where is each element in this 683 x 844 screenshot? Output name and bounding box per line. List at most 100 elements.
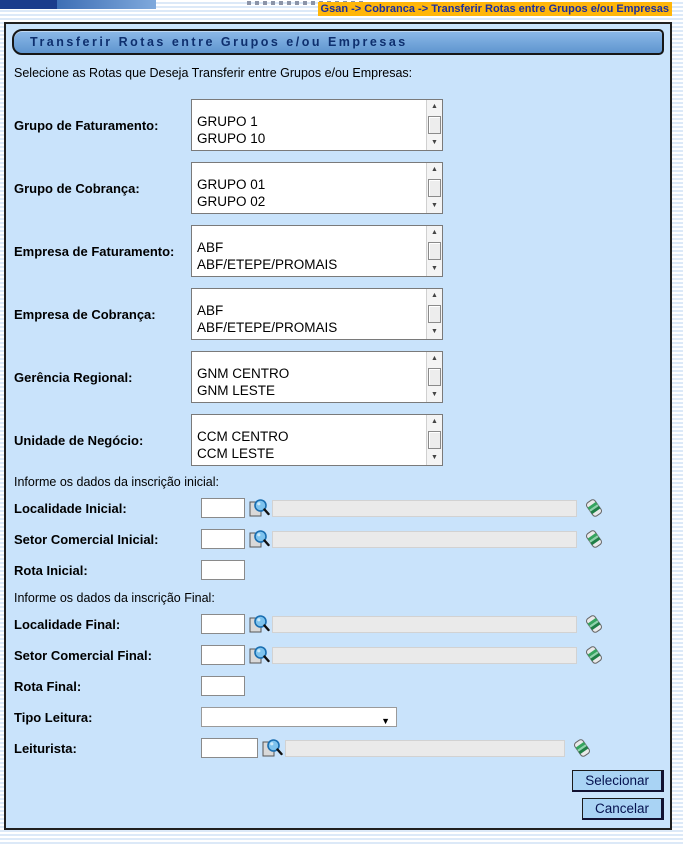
row-gerencia-regional: Gerência Regional: GNM CENTRO GNM LESTE … bbox=[14, 351, 670, 403]
localidade-inicial-input[interactable] bbox=[201, 498, 245, 518]
scroll-down-icon[interactable]: ▼ bbox=[427, 389, 442, 401]
unidade-negocio-label: Unidade de Negócio: bbox=[14, 432, 144, 448]
page-title: Transferir Rotas entre Grupos e/ou Empre… bbox=[12, 29, 664, 55]
row-setor-comercial-final: Setor Comercial Final: bbox=[14, 643, 670, 667]
grupo-faturamento-label: Grupo de Faturamento: bbox=[14, 117, 159, 133]
list-item[interactable]: CCM LESTE bbox=[197, 445, 442, 462]
eraser-icon[interactable] bbox=[584, 528, 604, 550]
setor-comercial-inicial-description bbox=[272, 530, 577, 548]
scrollbar[interactable]: ▲ ▼ bbox=[426, 163, 442, 213]
scroll-up-icon[interactable]: ▲ bbox=[427, 416, 442, 428]
scroll-down-icon[interactable]: ▼ bbox=[427, 326, 442, 338]
list-item[interactable]: ABF/ETEPE/PROMAIS bbox=[197, 319, 442, 336]
search-icon[interactable] bbox=[248, 528, 270, 550]
search-icon[interactable] bbox=[261, 737, 283, 759]
setor-comercial-inicial-input[interactable] bbox=[201, 529, 245, 549]
eraser-icon[interactable] bbox=[584, 644, 604, 666]
search-icon[interactable] bbox=[248, 644, 270, 666]
leiturista-description bbox=[285, 739, 565, 757]
tipo-leitura-label: Tipo Leitura: bbox=[14, 709, 93, 725]
scrollbar[interactable]: ▲ ▼ bbox=[426, 226, 442, 276]
gerencia-regional-listbox[interactable]: GNM CENTRO GNM LESTE ▲ ▼ bbox=[191, 351, 443, 403]
empresa-cobranca-listbox[interactable]: ABF ABF/ETEPE/PROMAIS ▲ ▼ bbox=[191, 288, 443, 340]
row-localidade-inicial: Localidade Inicial: bbox=[14, 496, 670, 520]
row-rota-final: Rota Final: bbox=[14, 674, 670, 698]
scroll-up-icon[interactable]: ▲ bbox=[427, 164, 442, 176]
empresa-cobranca-label: Empresa de Cobrança: bbox=[14, 306, 156, 322]
scroll-up-icon[interactable]: ▲ bbox=[427, 101, 442, 113]
list-item[interactable]: ABF/ETEPE/PROMAIS bbox=[197, 256, 442, 273]
scroll-up-icon[interactable]: ▲ bbox=[427, 227, 442, 239]
grupo-cobranca-listbox[interactable]: GRUPO 01 GRUPO 02 ▲ ▼ bbox=[191, 162, 443, 214]
list-item[interactable]: GRUPO 02 bbox=[197, 193, 442, 210]
scroll-down-icon[interactable]: ▼ bbox=[427, 452, 442, 464]
eraser-icon[interactable] bbox=[572, 737, 592, 759]
eraser-icon[interactable] bbox=[584, 613, 604, 635]
action-buttons: Selecionar Cancelar bbox=[572, 770, 664, 820]
rota-final-input[interactable] bbox=[201, 676, 245, 696]
top-nav-bar-gradient bbox=[57, 0, 156, 9]
localidade-inicial-description bbox=[272, 499, 577, 517]
list-item[interactable]: GRUPO 01 bbox=[197, 176, 442, 193]
breadcrumb: Gsan -> Cobranca -> Transferir Rotas ent… bbox=[317, 2, 672, 16]
instruction-text: Selecione as Rotas que Deseja Transferir… bbox=[14, 66, 413, 80]
list-item[interactable]: GRUPO 10 bbox=[197, 130, 442, 147]
list-item[interactable]: GNM CENTRO bbox=[197, 365, 442, 382]
row-empresa-cobranca: Empresa de Cobrança: ABF ABF/ETEPE/PROMA… bbox=[14, 288, 670, 340]
row-grupo-cobranca: Grupo de Cobrança: GRUPO 01 GRUPO 02 ▲ ▼ bbox=[14, 162, 670, 214]
chevron-down-icon[interactable]: ▼ bbox=[381, 712, 390, 730]
leiturista-label: Leiturista: bbox=[14, 740, 77, 756]
list-item[interactable]: ABF bbox=[197, 302, 442, 319]
row-rota-inicial: Rota Inicial: bbox=[14, 558, 670, 582]
scroll-down-icon[interactable]: ▼ bbox=[427, 200, 442, 212]
row-empresa-faturamento: Empresa de Faturamento: ABF ABF/ETEPE/PR… bbox=[14, 225, 670, 277]
rota-final-label: Rota Final: bbox=[14, 678, 82, 694]
scrollbar[interactable]: ▲ ▼ bbox=[426, 415, 442, 465]
row-grupo-faturamento: Grupo de Faturamento: GRUPO 1 GRUPO 10 ▲… bbox=[14, 99, 670, 151]
scroll-up-icon[interactable]: ▲ bbox=[427, 353, 442, 365]
grupo-faturamento-listbox[interactable]: GRUPO 1 GRUPO 10 ▲ ▼ bbox=[191, 99, 443, 151]
eraser-icon[interactable] bbox=[584, 497, 604, 519]
empresa-faturamento-label: Empresa de Faturamento: bbox=[14, 243, 175, 259]
setor-comercial-final-label: Setor Comercial Final: bbox=[14, 647, 152, 663]
cancelar-button[interactable]: Cancelar bbox=[581, 798, 664, 820]
empresa-faturamento-listbox[interactable]: ABF ABF/ETEPE/PROMAIS ▲ ▼ bbox=[191, 225, 443, 277]
tipo-leitura-select[interactable]: ▼ bbox=[201, 707, 397, 727]
rota-inicial-label: Rota Inicial: bbox=[14, 562, 88, 578]
row-setor-comercial-inicial: Setor Comercial Inicial: bbox=[14, 527, 670, 551]
scroll-down-icon[interactable]: ▼ bbox=[427, 137, 442, 149]
scrollbar-thumb[interactable] bbox=[428, 242, 441, 260]
section-inscricao-final: Informe os dados da inscrição Final: bbox=[14, 591, 215, 605]
rota-inicial-input[interactable] bbox=[201, 560, 245, 580]
localidade-inicial-label: Localidade Inicial: bbox=[14, 500, 127, 516]
scrollbar-thumb[interactable] bbox=[428, 431, 441, 449]
list-item[interactable]: GNM LESTE bbox=[197, 382, 442, 399]
gerencia-regional-label: Gerência Regional: bbox=[14, 369, 133, 385]
list-item[interactable]: ABF bbox=[197, 239, 442, 256]
scrollbar-thumb[interactable] bbox=[428, 368, 441, 386]
scrollbar[interactable]: ▲ ▼ bbox=[426, 289, 442, 339]
unidade-negocio-listbox[interactable]: CCM CENTRO CCM LESTE ▲ ▼ bbox=[191, 414, 443, 466]
scrollbar-thumb[interactable] bbox=[428, 305, 441, 323]
row-unidade-negocio: Unidade de Negócio: CCM CENTRO CCM LESTE… bbox=[14, 414, 670, 466]
section-inscricao-inicial: Informe os dados da inscrição inicial: bbox=[14, 475, 219, 489]
selecionar-button[interactable]: Selecionar bbox=[572, 770, 664, 792]
search-icon[interactable] bbox=[248, 613, 270, 635]
main-panel: Transferir Rotas entre Grupos e/ou Empre… bbox=[4, 22, 672, 830]
list-item[interactable]: GRUPO 1 bbox=[197, 113, 442, 130]
grupo-cobranca-label: Grupo de Cobrança: bbox=[14, 180, 140, 196]
scrollbar-thumb[interactable] bbox=[428, 179, 441, 197]
localidade-final-input[interactable] bbox=[201, 614, 245, 634]
scroll-down-icon[interactable]: ▼ bbox=[427, 263, 442, 275]
top-nav-bar-fragment bbox=[0, 0, 57, 9]
setor-comercial-final-input[interactable] bbox=[201, 645, 245, 665]
list-item[interactable]: CCM CENTRO bbox=[197, 428, 442, 445]
leiturista-input[interactable] bbox=[201, 738, 258, 758]
row-leiturista: Leiturista: bbox=[14, 736, 670, 760]
scrollbar[interactable]: ▲ ▼ bbox=[426, 100, 442, 150]
scrollbar-thumb[interactable] bbox=[428, 116, 441, 134]
row-localidade-final: Localidade Final: bbox=[14, 612, 670, 636]
scrollbar[interactable]: ▲ ▼ bbox=[426, 352, 442, 402]
search-icon[interactable] bbox=[248, 497, 270, 519]
scroll-up-icon[interactable]: ▲ bbox=[427, 290, 442, 302]
